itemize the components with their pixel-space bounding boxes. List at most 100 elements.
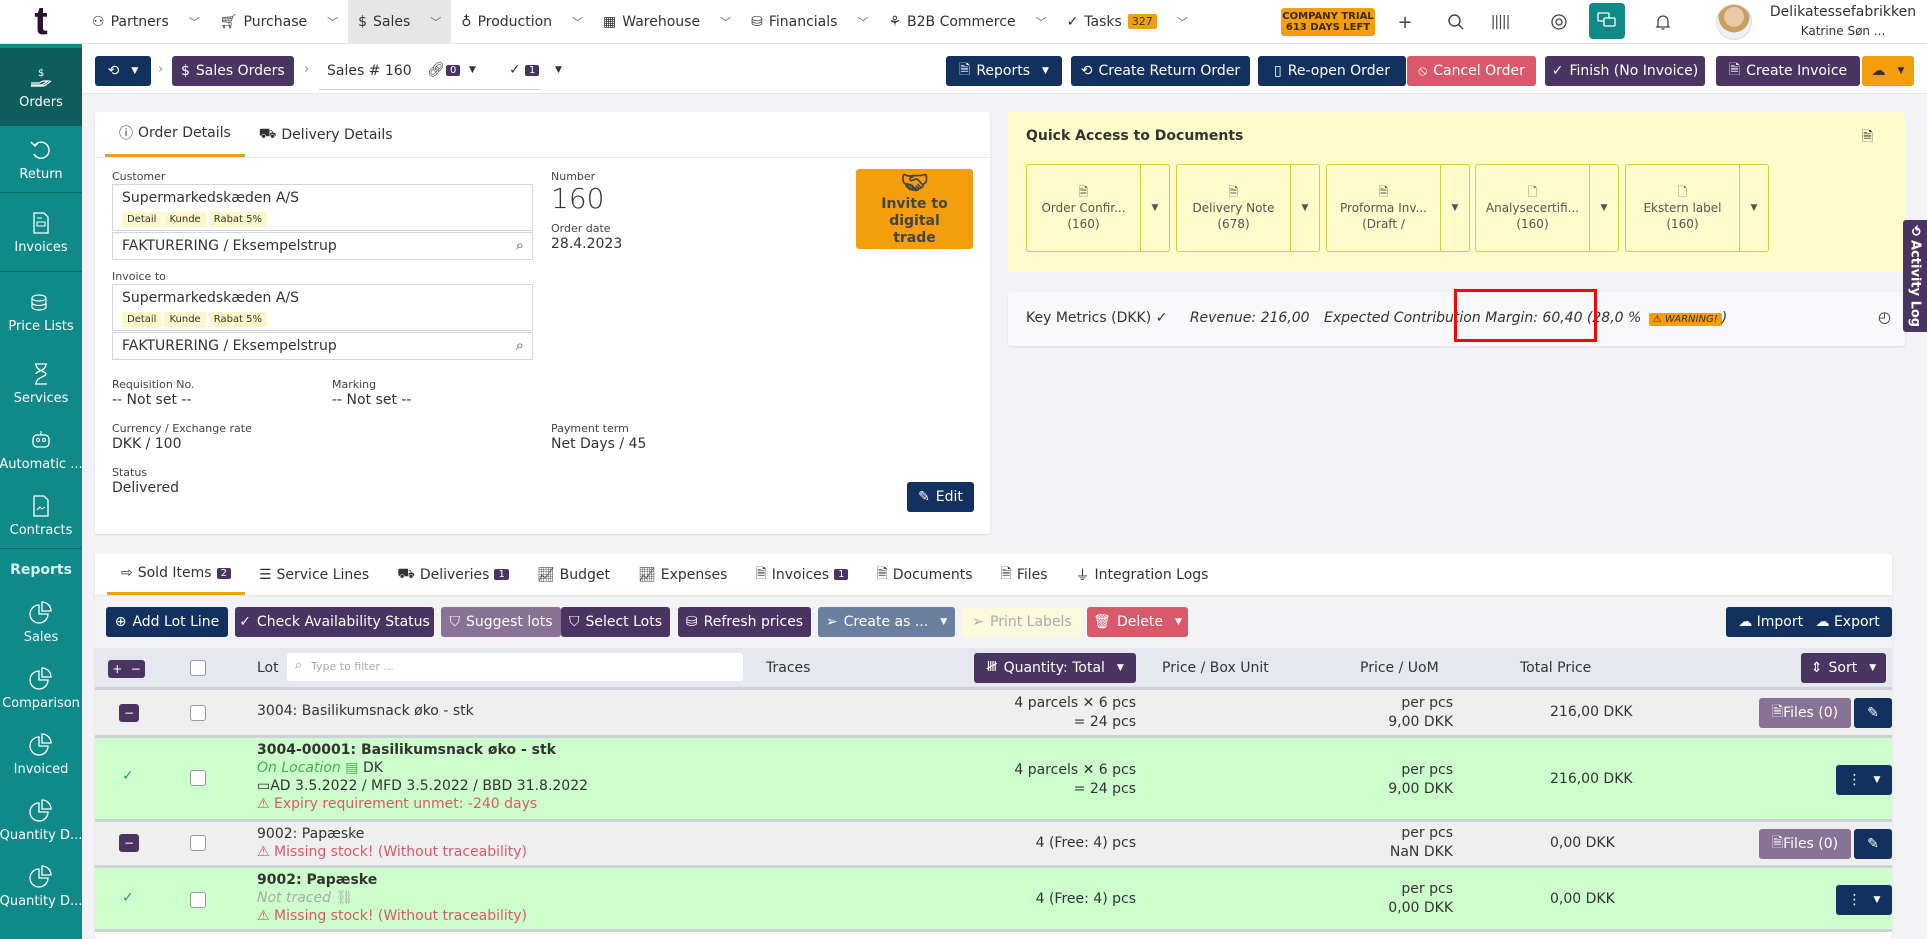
lot-filter-input[interactable]: ⌕ Type to filter ... bbox=[287, 653, 743, 681]
tab-service-lines[interactable]: ☰ Service Lines bbox=[245, 554, 383, 595]
sidebar-item-return[interactable]: Return bbox=[0, 126, 82, 192]
doc-analysecertifikat[interactable]: 🗋 Analysecertifi... (160) ▼ bbox=[1475, 164, 1619, 252]
doc-order-confirmation[interactable]: 🗎 Order Confir... (160) ▼ bbox=[1026, 164, 1170, 252]
plus-icon[interactable]: + bbox=[112, 662, 122, 676]
row-menu-button[interactable]: ⋮ ▼ bbox=[1836, 885, 1892, 915]
gauge-icon[interactable]: ◴ bbox=[1878, 308, 1891, 326]
caret-down-icon[interactable]: ▼ bbox=[469, 65, 476, 75]
barcode-icon[interactable]: ||||| bbox=[1488, 10, 1512, 34]
edit-row-button[interactable]: ✎ bbox=[1854, 829, 1892, 859]
quantity-total-button[interactable]: 𝍸 Quantity: Total ▼ bbox=[974, 653, 1136, 683]
sidebar-report-quantity-1[interactable]: Quantity D... bbox=[0, 787, 82, 853]
tab-budget[interactable]: 📈︎ Budget bbox=[523, 554, 624, 595]
user-name[interactable]: Katrine Søn ... bbox=[1758, 24, 1927, 38]
create-as-button[interactable]: ➢ Create as ... ▼ bbox=[818, 607, 955, 637]
tab-invoices[interactable]: 🗎 Invoices 1 bbox=[741, 554, 862, 595]
import-button[interactable]: ☁ Import bbox=[1738, 614, 1803, 630]
chat-button[interactable] bbox=[1589, 3, 1625, 39]
expand-collapse-all[interactable]: + − bbox=[108, 660, 145, 678]
refresh-prices-button[interactable]: ⛁ Refresh prices bbox=[678, 607, 811, 637]
nav-tasks[interactable]: ✓ Tasks 327 ﹀ bbox=[1057, 0, 1198, 44]
edit-button[interactable]: ✎ Edit bbox=[907, 482, 974, 512]
sidebar-item-orders[interactable]: $ Orders bbox=[0, 48, 82, 126]
doc-proforma-invoice[interactable]: 🗎 Proforma Inv... (Draft / ▼ bbox=[1326, 164, 1470, 252]
nav-production[interactable]: ♁ Production ﹀ bbox=[451, 0, 593, 44]
customer-address-field[interactable]: FAKTURERING / Eksempelstrup ⌕ bbox=[112, 232, 533, 260]
caret-down-icon[interactable]: ▼ bbox=[1590, 165, 1618, 251]
check-icon[interactable]: ✓ bbox=[509, 62, 521, 78]
sidebar-item-services[interactable]: Services bbox=[0, 350, 82, 416]
collapse-row-button[interactable]: − bbox=[119, 834, 139, 852]
plus-icon[interactable]: + bbox=[1393, 10, 1417, 34]
tab-deliveries[interactable]: ⛟ Deliveries 1 bbox=[383, 554, 523, 595]
sidebar-report-sales[interactable]: Sales bbox=[0, 589, 82, 655]
tab-order-details[interactable]: ⓘ Order Details bbox=[105, 112, 245, 157]
search-icon[interactable]: ⌕ bbox=[516, 336, 524, 354]
finish-no-invoice-button[interactable]: ✓ Finish (No Invoice) bbox=[1545, 56, 1705, 86]
select-all-checkbox[interactable] bbox=[190, 660, 206, 676]
doc-ekstern-label[interactable]: 🗋 Ekstern label (160) ▼ bbox=[1625, 164, 1769, 252]
create-return-order-button[interactable]: ⟲ Create Return Order bbox=[1071, 56, 1250, 86]
export-button[interactable]: ☁ Export bbox=[1816, 614, 1880, 630]
row-checkbox[interactable] bbox=[190, 835, 206, 851]
files-button[interactable]: 🗎 Files (0) bbox=[1759, 829, 1851, 859]
tab-integration-logs[interactable]: ⏚ Integration Logs bbox=[1062, 554, 1223, 595]
caret-down-icon[interactable]: ▼ bbox=[1740, 165, 1768, 251]
company-trial-badge[interactable]: COMPANY TRIAL 613 DAYS LEFT bbox=[1281, 8, 1375, 36]
tab-documents[interactable]: 🗎 Documents bbox=[862, 554, 986, 595]
avatar[interactable] bbox=[1716, 4, 1752, 40]
collapse-row-button[interactable]: − bbox=[119, 704, 139, 722]
add-lot-line-button[interactable]: ⊕ Add Lot Line bbox=[106, 607, 228, 637]
select-lots-button[interactable]: ⛉ Select Lots bbox=[561, 607, 670, 637]
customer-field[interactable]: Supermarkedskæden A/S Detail Kunde Rabat 5… bbox=[112, 184, 533, 231]
tab-delivery-details[interactable]: ⛟ Delivery Details bbox=[245, 112, 407, 157]
sidebar-report-invoiced[interactable]: Invoiced bbox=[0, 721, 82, 787]
sidebar-item-contracts[interactable]: Contracts bbox=[0, 482, 82, 548]
tab-sold-items[interactable]: ⇨ Sold Items 2 bbox=[107, 554, 245, 595]
activity-log-tab[interactable]: ⟲ Activity Log bbox=[1903, 220, 1927, 332]
sidebar-item-automatic[interactable]: Automatic ... bbox=[0, 416, 82, 482]
nav-b2b-commerce[interactable]: ⚘ B2B Commerce ﹀ bbox=[878, 0, 1056, 44]
cancel-order-button[interactable]: ⦸ Cancel Order bbox=[1407, 56, 1536, 86]
edit-row-button[interactable]: ✎ bbox=[1854, 698, 1892, 728]
print-labels-button[interactable]: ➢ Print Labels bbox=[962, 607, 1082, 637]
delete-button[interactable]: 🗑︎ Delete ▼ bbox=[1087, 607, 1188, 637]
reopen-order-button[interactable]: ▯ Re-open Order bbox=[1258, 56, 1406, 86]
caret-down-icon[interactable]: ▼ bbox=[1141, 165, 1169, 251]
tab-files[interactable]: 🗎 Files bbox=[987, 554, 1062, 595]
row-checkbox[interactable] bbox=[190, 705, 206, 721]
create-invoice-button[interactable]: 🗎 Create Invoice bbox=[1716, 56, 1860, 86]
link-icon[interactable]: 🔗︎ bbox=[427, 62, 445, 78]
row-menu-button[interactable]: ⋮ ▼ bbox=[1836, 765, 1892, 795]
invite-digital-trade-button[interactable]: 🤝︎ Invite to digital trade bbox=[856, 169, 973, 249]
minus-icon[interactable]: − bbox=[131, 662, 141, 676]
row-checkbox[interactable] bbox=[190, 892, 206, 908]
document-icon[interactable]: 🗎 bbox=[1862, 126, 1873, 150]
nav-purchase[interactable]: 🛒︎ Purchase ﹀ bbox=[210, 0, 348, 44]
sort-button[interactable]: ⇕ Sort ▼ bbox=[1801, 653, 1886, 683]
company-name[interactable]: Delikatessefabrikken bbox=[1758, 4, 1927, 20]
invoice-address-field[interactable]: FAKTURERING / Eksempelstrup ⌕ bbox=[112, 332, 533, 360]
tab-expenses[interactable]: 📈︎ Expenses bbox=[624, 554, 742, 595]
invoice-to-field[interactable]: Supermarkedskæden A/S Detail Kunde Rabat 5… bbox=[112, 284, 533, 331]
nav-warehouse[interactable]: ▦ Warehouse ﹀ bbox=[593, 0, 741, 44]
nav-partners[interactable]: ⚇ Partners ﹀ bbox=[82, 0, 210, 44]
sidebar-item-price-lists[interactable]: Price Lists bbox=[0, 272, 82, 350]
sidebar-report-comparison[interactable]: Comparison bbox=[0, 655, 82, 721]
search-icon[interactable]: ⌕ bbox=[516, 236, 524, 254]
breadcrumb-sales-orders[interactable]: $ Sales Orders bbox=[172, 56, 294, 86]
caret-down-icon[interactable]: ▼ bbox=[1291, 165, 1319, 251]
files-button[interactable]: 🗎 Files (0) bbox=[1759, 698, 1851, 728]
history-button[interactable]: ⟲ ▼ bbox=[95, 56, 151, 86]
bell-icon[interactable] bbox=[1651, 10, 1675, 34]
caret-down-icon[interactable]: ▼ bbox=[1441, 165, 1469, 251]
caret-down-icon[interactable]: ▼ bbox=[555, 65, 562, 75]
doc-delivery-note[interactable]: 🗎 Delivery Note (678) ▼ bbox=[1176, 164, 1320, 252]
app-logo[interactable]: t bbox=[0, 0, 82, 44]
row-checkbox[interactable] bbox=[190, 770, 206, 786]
nav-financials[interactable]: ⛁ Financials ﹀ bbox=[741, 0, 878, 44]
lifebuoy-icon[interactable] bbox=[1547, 10, 1571, 34]
search-icon[interactable] bbox=[1444, 10, 1468, 34]
suggest-lots-button[interactable]: ⛉ Suggest lots bbox=[441, 607, 561, 637]
check-availability-button[interactable]: ✓ Check Availability Status bbox=[235, 607, 434, 637]
